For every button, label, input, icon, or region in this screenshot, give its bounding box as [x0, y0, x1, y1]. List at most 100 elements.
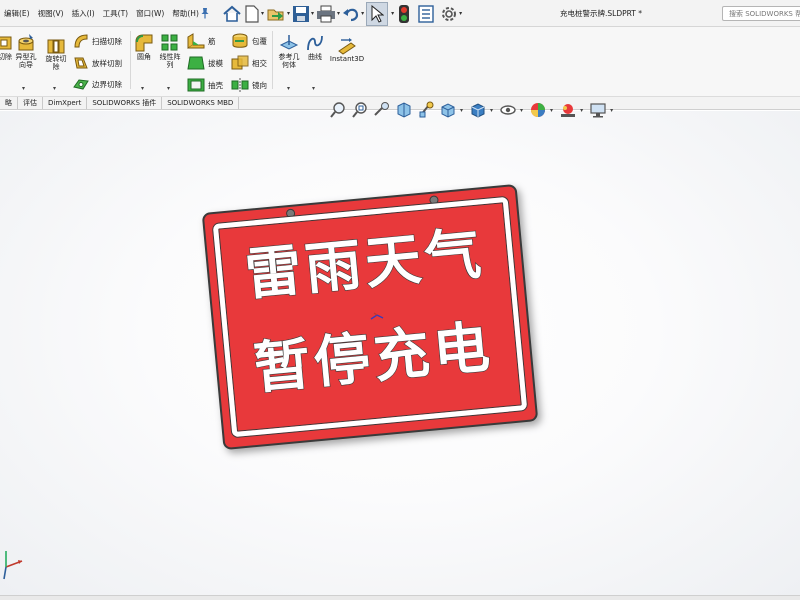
sweep-cut-icon	[74, 34, 88, 48]
linear-pattern-icon	[161, 34, 178, 51]
boundary-cut-button[interactable]: 边界切除	[73, 77, 122, 91]
shell-button[interactable]: 抽壳	[187, 77, 223, 93]
menu-edit[interactable]: 编辑(E)	[0, 0, 34, 27]
display-style-icon[interactable]	[468, 100, 488, 120]
tab-sketch[interactable]: 略	[0, 97, 18, 109]
reference-geometry-icon	[279, 35, 299, 50]
chevron-down-icon[interactable]: ▾	[520, 107, 523, 114]
apply-scene-icon[interactable]	[558, 100, 578, 120]
hole-wizard-button[interactable]: 异型孔 向导	[13, 33, 39, 69]
revolve-cut-icon	[47, 39, 65, 54]
linear-pattern-button[interactable]: 线性阵 列	[157, 33, 183, 69]
chevron-down-icon[interactable]: ▾	[550, 107, 553, 114]
sweep-cut-button[interactable]: 扫描切除	[73, 33, 122, 49]
hide-show-items-icon[interactable]	[498, 100, 518, 120]
chevron-down-icon[interactable]: ▾	[312, 85, 315, 92]
curves-label: 曲线	[308, 53, 322, 61]
intersect-icon	[231, 55, 249, 70]
view-orientation-icon[interactable]	[438, 100, 458, 120]
ribbon-separator	[130, 31, 131, 89]
menu-tools[interactable]: 工具(T)	[99, 0, 132, 27]
zoom-area-icon[interactable]	[350, 100, 370, 120]
rebuild-icon[interactable]	[398, 2, 410, 26]
instant3d-icon	[338, 38, 356, 55]
title-bar: 编辑(E) 视图(V) 插入(I) 工具(T) 窗口(W) 帮助(H) ▾ ▾ …	[0, 0, 800, 27]
file-properties-icon[interactable]	[418, 2, 434, 26]
save-icon[interactable]: ▾	[292, 2, 314, 26]
chevron-down-icon[interactable]: ▾	[141, 85, 144, 92]
chevron-down-icon[interactable]: ▾	[337, 10, 340, 17]
draft-button[interactable]: 拔模	[187, 55, 223, 71]
print-icon[interactable]: ▾	[316, 2, 340, 26]
home-icon[interactable]	[222, 2, 242, 26]
mirror-label: 镜向	[252, 80, 267, 90]
search-placeholder: 搜索 SOLIDWORKS 帮助	[729, 9, 800, 18]
instant3d-label: Instant3D	[329, 55, 365, 63]
chevron-down-icon[interactable]: ▾	[311, 10, 314, 17]
new-document-icon[interactable]: ▾	[244, 2, 264, 26]
status-bar	[0, 595, 800, 600]
chevron-down-icon[interactable]: ▾	[53, 85, 56, 92]
search-input[interactable]: 搜索 SOLIDWORKS 帮助	[722, 6, 800, 21]
chevron-down-icon[interactable]: ▾	[580, 107, 583, 114]
rib-button[interactable]: 筋	[187, 33, 216, 49]
open-icon[interactable]: ▾	[266, 2, 290, 26]
revolve-cut-button[interactable]: 旋转切 除	[42, 37, 70, 71]
menu-view[interactable]: 视图(V)	[34, 0, 68, 27]
chevron-down-icon[interactable]: ▾	[167, 85, 170, 92]
chevron-down-icon[interactable]: ▾	[610, 107, 613, 114]
wrap-button[interactable]: 包覆	[231, 33, 267, 49]
tab-mbd[interactable]: SOLIDWORKS MBD	[162, 97, 240, 109]
options-icon[interactable]: ▾	[440, 2, 462, 26]
loft-cut-button[interactable]: 放样切割	[73, 55, 122, 71]
menu-help[interactable]: 帮助(H)	[168, 0, 203, 27]
select-icon[interactable]	[366, 1, 389, 26]
instant3d-button[interactable]: Instant3D	[329, 37, 365, 63]
intersect-button[interactable]: 相交	[231, 55, 267, 71]
linear-pattern-label: 线性阵 列	[159, 53, 181, 69]
tab-addins[interactable]: SOLIDWORKS 插件	[87, 97, 163, 109]
boundary-cut-icon	[73, 79, 89, 90]
sweep-cut-label: 扫描切除	[92, 36, 122, 46]
mirror-button[interactable]: 镜向	[231, 77, 267, 93]
curves-button[interactable]: 曲线	[304, 33, 326, 61]
chevron-down-icon[interactable]: ▾	[287, 10, 290, 17]
edit-appearance-icon[interactable]	[528, 100, 548, 120]
graphics-area[interactable]	[0, 111, 800, 595]
menu-insert[interactable]: 插入(I)	[68, 0, 99, 27]
chevron-down-icon[interactable]: ▾	[460, 107, 463, 114]
chevron-down-icon[interactable]: ▾	[261, 10, 264, 17]
mirror-icon	[231, 78, 249, 92]
curves-icon	[307, 35, 323, 51]
hole-wizard-label: 异型孔 向导	[15, 53, 37, 69]
cut-extrude-label: 切除	[0, 53, 12, 61]
chevron-down-icon[interactable]: ▾	[490, 107, 493, 114]
fillet-icon	[135, 34, 153, 52]
fillet-button[interactable]: 圆角	[133, 33, 155, 61]
tab-dimxpert[interactable]: DimXpert	[43, 97, 88, 109]
chevron-down-icon[interactable]: ▾	[459, 10, 462, 17]
dynamic-annotation-icon[interactable]	[416, 100, 436, 120]
pin-icon[interactable]	[200, 7, 210, 19]
zoom-to-fit-icon[interactable]	[328, 100, 348, 120]
rib-icon	[187, 33, 205, 49]
heads-up-view-toolbar: ▾ ▾ ▾ ▾ ▾ ▾	[328, 100, 618, 120]
undo-icon[interactable]: ▾	[342, 2, 364, 26]
chevron-down-icon[interactable]: ▾	[287, 85, 290, 92]
chevron-down-icon[interactable]: ▾	[391, 10, 394, 17]
chevron-down-icon[interactable]: ▾	[361, 10, 364, 17]
loft-cut-label: 放样切割	[92, 58, 122, 68]
shell-icon	[187, 78, 205, 92]
revolve-cut-label: 旋转切 除	[45, 55, 67, 71]
reference-geometry-button[interactable]: 参考几 何体	[274, 33, 304, 69]
reference-triad-icon	[3, 551, 23, 580]
section-view-icon[interactable]	[394, 100, 414, 120]
menu-window[interactable]: 窗口(W)	[132, 0, 168, 27]
previous-view-icon[interactable]	[372, 100, 392, 120]
reference-geometry-label: 参考几 何体	[278, 53, 300, 69]
view-settings-icon[interactable]	[588, 100, 608, 120]
command-manager: 切除 异型孔 向导 旋转切 除 ▾ ▾ 扫描切除 放样切割 边界切除 圆角 线性…	[0, 27, 800, 97]
chevron-down-icon[interactable]: ▾	[22, 85, 25, 92]
tab-evaluate[interactable]: 评估	[18, 97, 43, 109]
document-title: 充电桩警示牌.SLDPRT *	[560, 9, 643, 18]
